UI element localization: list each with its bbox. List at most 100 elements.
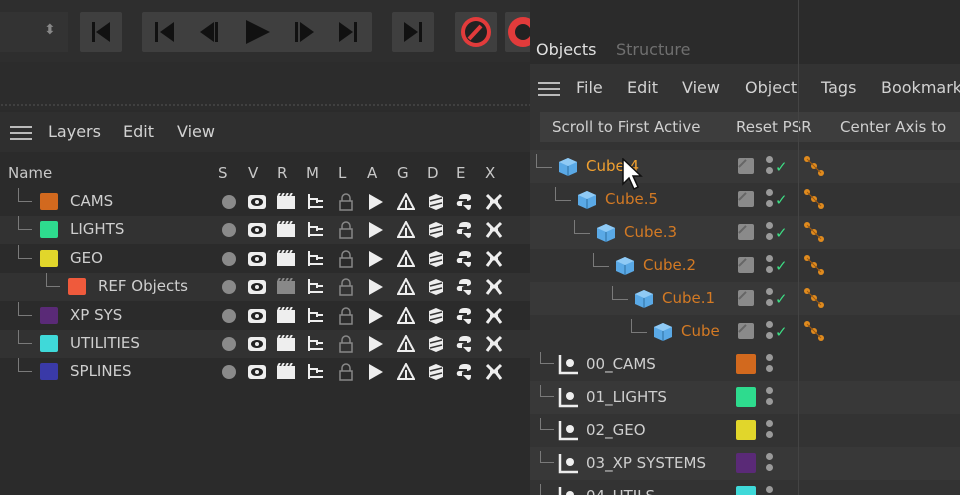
- layer-object-name[interactable]: 00_CAMS: [586, 355, 656, 373]
- go-to-end-button[interactable]: [392, 12, 434, 52]
- tab-structure[interactable]: Structure: [616, 40, 690, 59]
- manager-hierarchy-icon[interactable]: [307, 221, 325, 239]
- manager-hierarchy-icon[interactable]: [307, 193, 325, 211]
- layer-color-swatch[interactable]: [68, 278, 86, 296]
- enabled-check-icon[interactable]: ✓: [775, 191, 788, 209]
- layer-row[interactable]: SPLINES: [0, 358, 530, 386]
- column-l[interactable]: L: [338, 164, 346, 182]
- manager-hierarchy-icon[interactable]: [307, 278, 325, 296]
- enabled-check-icon[interactable]: ✓: [775, 290, 788, 308]
- animation-play-icon[interactable]: [367, 307, 385, 325]
- column-name[interactable]: Name: [8, 164, 52, 182]
- layer-color-tag[interactable]: [736, 453, 756, 473]
- solo-icon[interactable]: [220, 193, 238, 211]
- go-to-start-button[interactable]: [80, 12, 122, 52]
- enabled-check-icon[interactable]: ✓: [775, 224, 788, 242]
- solo-icon[interactable]: [220, 221, 238, 239]
- object-name[interactable]: Cube.5: [605, 190, 658, 208]
- deformer-icon[interactable]: [427, 193, 445, 211]
- animation-play-icon[interactable]: [367, 221, 385, 239]
- generator-icon[interactable]: [397, 278, 415, 296]
- render-clapper-icon[interactable]: [277, 278, 295, 296]
- frame-spinbox[interactable]: ⬍: [0, 12, 68, 52]
- layer-object-row[interactable]: 04_UTILS: [530, 480, 960, 495]
- visibility-dots-icon[interactable]: [766, 354, 774, 376]
- center-axis-button[interactable]: Center Axis to: [840, 118, 946, 136]
- expression-python-icon[interactable]: [456, 193, 474, 211]
- solo-icon[interactable]: [220, 335, 238, 353]
- deformer-icon[interactable]: [427, 335, 445, 353]
- phong-tag-icon[interactable]: [802, 221, 826, 245]
- menu-edit[interactable]: Edit: [627, 78, 658, 97]
- visible-eye-icon[interactable]: [248, 193, 266, 211]
- layer-color-swatch[interactable]: [40, 335, 58, 352]
- phong-tag-icon[interactable]: [802, 287, 826, 311]
- layer-object-row[interactable]: 02_GEO: [530, 414, 960, 447]
- column-s[interactable]: S: [218, 164, 228, 182]
- generator-icon[interactable]: [397, 306, 415, 325]
- layer-object-row[interactable]: 03_XP SYSTEMS: [530, 447, 960, 480]
- deformer-icon[interactable]: [427, 250, 445, 268]
- layer-color-swatch[interactable]: [40, 221, 58, 239]
- visibility-dots-icon[interactable]: [766, 420, 774, 442]
- menu-file[interactable]: File: [576, 78, 603, 97]
- phong-tag-icon[interactable]: [802, 254, 826, 278]
- layer-assign-icon[interactable]: [738, 158, 754, 174]
- solo-icon[interactable]: [220, 250, 238, 268]
- xref-icon[interactable]: [485, 363, 503, 381]
- visibility-dots-icon[interactable]: [766, 156, 774, 178]
- render-clapper-icon[interactable]: [277, 335, 295, 353]
- layer-assign-icon[interactable]: [738, 290, 754, 306]
- visibility-dots-icon[interactable]: [766, 453, 774, 475]
- layer-color-tag[interactable]: [736, 387, 756, 407]
- lock-icon[interactable]: [337, 363, 355, 382]
- deformer-icon[interactable]: [427, 363, 445, 381]
- column-r[interactable]: R: [277, 164, 287, 182]
- visibility-dots-icon[interactable]: [766, 189, 774, 211]
- layer-assign-icon[interactable]: [738, 191, 754, 207]
- animation-play-icon[interactable]: [367, 335, 385, 353]
- object-name[interactable]: Cube: [681, 322, 720, 340]
- animation-play-icon[interactable]: [367, 278, 385, 296]
- visible-eye-icon[interactable]: [248, 335, 266, 353]
- object-row[interactable]: Cube ✓: [530, 315, 960, 348]
- column-e[interactable]: E: [456, 164, 465, 182]
- xref-icon[interactable]: [485, 250, 503, 268]
- layer-object-name[interactable]: 03_XP SYSTEMS: [586, 454, 706, 472]
- render-clapper-icon[interactable]: [277, 249, 295, 268]
- layer-assign-icon[interactable]: [738, 224, 754, 240]
- visibility-dots-icon[interactable]: [766, 255, 774, 277]
- layer-row[interactable]: LIGHTS: [0, 216, 530, 245]
- expression-python-icon[interactable]: [456, 250, 474, 268]
- lock-icon[interactable]: [337, 278, 355, 296]
- object-row[interactable]: Cube.3 ✓: [530, 216, 960, 249]
- generator-icon[interactable]: [397, 363, 415, 381]
- manager-hierarchy-icon[interactable]: [307, 250, 325, 268]
- menu-view[interactable]: View: [682, 78, 720, 97]
- render-clapper-icon[interactable]: [277, 221, 295, 239]
- expression-python-icon[interactable]: [456, 278, 474, 296]
- animation-play-icon[interactable]: [367, 250, 385, 268]
- layer-color-swatch[interactable]: [40, 306, 58, 324]
- xref-icon[interactable]: [485, 335, 503, 353]
- expression-python-icon[interactable]: [456, 221, 474, 239]
- visibility-dots-icon[interactable]: [766, 288, 774, 310]
- menu-hamburger-icon[interactable]: [10, 126, 32, 140]
- layer-color-swatch[interactable]: [40, 193, 58, 210]
- lock-icon[interactable]: [337, 250, 355, 268]
- generator-icon[interactable]: [397, 193, 415, 211]
- render-clapper-icon[interactable]: [277, 363, 295, 381]
- solo-icon[interactable]: [220, 278, 238, 296]
- render-clapper-icon[interactable]: [277, 193, 295, 211]
- enabled-check-icon[interactable]: ✓: [775, 323, 788, 341]
- column-g[interactable]: G: [397, 164, 409, 182]
- lock-icon[interactable]: [337, 335, 355, 353]
- layer-color-tag[interactable]: [736, 420, 756, 440]
- xref-icon[interactable]: [485, 278, 503, 296]
- menu-hamburger-icon[interactable]: [538, 82, 560, 96]
- solo-icon[interactable]: [220, 363, 238, 381]
- menu-view[interactable]: View: [177, 122, 215, 141]
- manager-hierarchy-icon[interactable]: [307, 335, 325, 353]
- record-button[interactable]: [455, 12, 497, 52]
- layer-assign-icon[interactable]: [738, 323, 754, 339]
